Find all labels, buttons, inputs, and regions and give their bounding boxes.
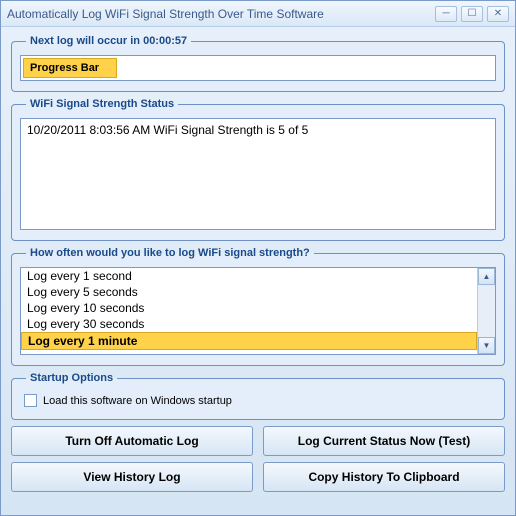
window-controls: ─ ☐ ✕ [435, 6, 509, 22]
frequency-scrollbar[interactable]: ▲ ▼ [477, 268, 495, 354]
scroll-down-button[interactable]: ▼ [478, 337, 495, 354]
turn-off-automatic-log-button[interactable]: Turn Off Automatic Log [11, 426, 253, 456]
next-log-group: Next log will occur in 00:00:57 Progress… [11, 35, 505, 92]
scroll-track[interactable] [478, 285, 495, 337]
progress-label: Progress Bar [30, 62, 99, 74]
app-window: Automatically Log WiFi Signal Strength O… [0, 0, 516, 516]
frequency-legend: How often would you like to log WiFi sig… [26, 247, 314, 259]
frequency-listbox[interactable]: Log every 1 second Log every 5 seconds L… [21, 268, 477, 354]
copy-history-clipboard-button[interactable]: Copy History To Clipboard [263, 462, 505, 492]
frequency-option[interactable]: Log every 5 seconds [21, 284, 477, 300]
progress-fill: Progress Bar [23, 58, 117, 78]
status-entry: 10/20/2011 8:03:56 AM WiFi Signal Streng… [27, 123, 489, 137]
frequency-option[interactable]: Log every 10 seconds [21, 300, 477, 316]
frequency-option[interactable]: Log every 30 seconds [21, 316, 477, 332]
progress-bar: Progress Bar [20, 55, 496, 81]
startup-checkbox-label: Load this software on Windows startup [43, 395, 232, 407]
content-area: Next log will occur in 00:00:57 Progress… [1, 27, 515, 500]
frequency-option-selected[interactable]: Log every 1 minute [21, 332, 477, 350]
scroll-up-button[interactable]: ▲ [478, 268, 495, 285]
frequency-list-wrap: Log every 1 second Log every 5 seconds L… [20, 267, 496, 355]
startup-legend: Startup Options [26, 372, 117, 384]
next-log-legend: Next log will occur in 00:00:57 [26, 35, 191, 47]
maximize-button[interactable]: ☐ [461, 6, 483, 22]
log-current-status-button[interactable]: Log Current Status Now (Test) [263, 426, 505, 456]
status-legend: WiFi Signal Strength Status [26, 98, 178, 110]
button-grid: Turn Off Automatic Log Log Current Statu… [11, 426, 505, 492]
titlebar: Automatically Log WiFi Signal Strength O… [1, 1, 515, 27]
startup-group: Startup Options Load this software on Wi… [11, 372, 505, 420]
frequency-group: How often would you like to log WiFi sig… [11, 247, 505, 366]
frequency-option[interactable]: Log every 1 second [21, 268, 477, 284]
close-button[interactable]: ✕ [487, 6, 509, 22]
startup-checkbox[interactable] [24, 394, 37, 407]
window-title: Automatically Log WiFi Signal Strength O… [7, 7, 435, 21]
status-textarea[interactable]: 10/20/2011 8:03:56 AM WiFi Signal Streng… [20, 118, 496, 230]
status-group: WiFi Signal Strength Status 10/20/2011 8… [11, 98, 505, 241]
startup-row: Load this software on Windows startup [20, 392, 496, 409]
minimize-button[interactable]: ─ [435, 6, 457, 22]
view-history-log-button[interactable]: View History Log [11, 462, 253, 492]
